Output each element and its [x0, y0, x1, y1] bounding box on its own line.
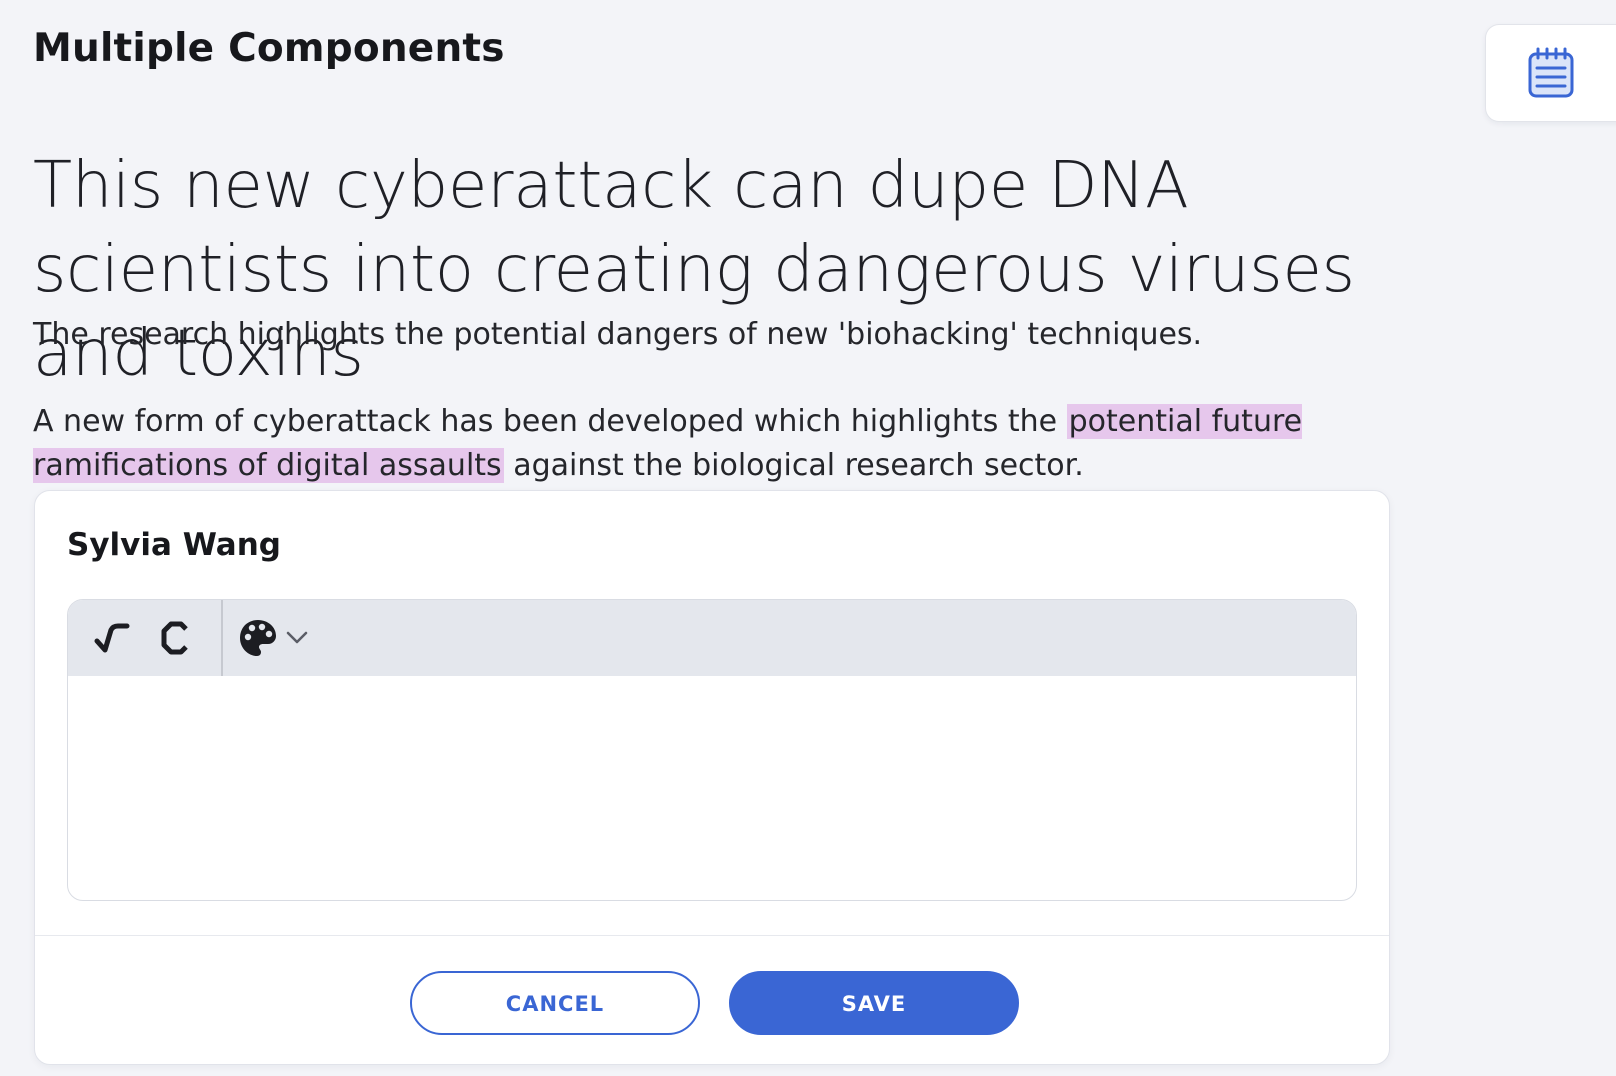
notepad-icon	[1528, 47, 1574, 98]
article-body-text: A new form of cyberattack has been devel…	[33, 404, 1067, 439]
card-footer-divider	[35, 935, 1389, 936]
page: Multiple Components This new cyberattack…	[0, 0, 1616, 1076]
toolbar-divider	[221, 600, 223, 676]
check-icon	[94, 623, 130, 653]
page-heading: Multiple Components	[33, 26, 505, 71]
comment-editor	[67, 599, 1357, 901]
comment-card: Sylvia Wang CANCEL SAVE	[34, 490, 1390, 1065]
article-title: This new cyberattack can dupe DNA scient…	[33, 149, 1355, 391]
color-picker-button[interactable]	[236, 600, 316, 676]
save-button[interactable]: SAVE	[729, 971, 1019, 1035]
chevron-down-icon	[286, 631, 308, 644]
article-subtitle: The research highlights the potential da…	[33, 317, 1203, 352]
c-icon	[161, 621, 188, 655]
palette-icon	[240, 620, 276, 656]
article-body-text-end: against the biological research sector.	[503, 448, 1084, 483]
notes-button[interactable]	[1485, 24, 1616, 122]
comment-input[interactable]	[68, 676, 1356, 900]
cancel-button[interactable]: CANCEL	[410, 971, 700, 1035]
check-button[interactable]	[88, 600, 138, 676]
editor-toolbar	[68, 600, 1356, 676]
c-format-button[interactable]	[152, 600, 202, 676]
article-body: A new form of cyberattack has been devel…	[33, 400, 1373, 488]
comment-author: Sylvia Wang	[67, 527, 281, 563]
